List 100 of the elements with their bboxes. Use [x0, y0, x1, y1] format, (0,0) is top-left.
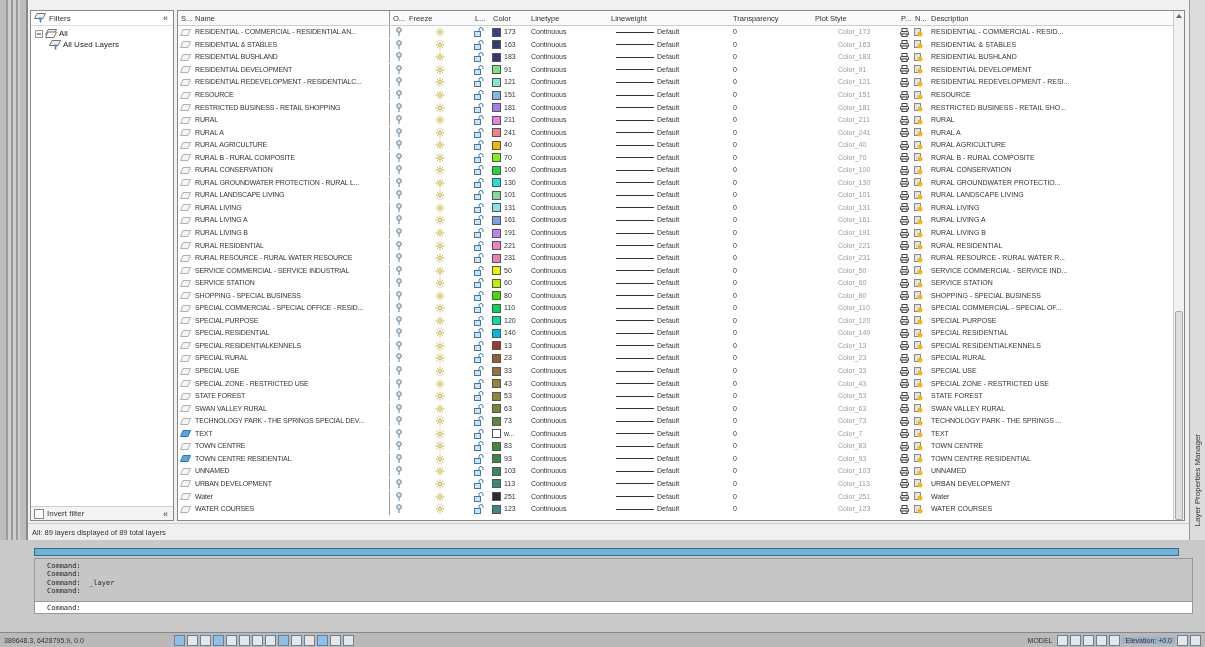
- color-swatch[interactable]: [492, 379, 501, 389]
- lightbulb-icon[interactable]: [396, 77, 402, 88]
- printer-icon[interactable]: [900, 190, 909, 200]
- padlock-icon[interactable]: [474, 177, 484, 188]
- printer-icon[interactable]: [900, 291, 909, 301]
- padlock-icon[interactable]: [474, 340, 484, 351]
- padlock-icon[interactable]: [474, 491, 484, 502]
- lightbulb-icon[interactable]: [396, 152, 402, 163]
- viewport-sun-icon[interactable]: [914, 178, 923, 188]
- status-tool-icon[interactable]: [1083, 634, 1095, 646]
- sun-icon[interactable]: [435, 190, 445, 201]
- drafting-toggle-icon[interactable]: [213, 634, 224, 646]
- viewport-sun-icon[interactable]: [914, 404, 923, 414]
- color-swatch[interactable]: [492, 454, 501, 464]
- sun-icon[interactable]: [435, 366, 445, 377]
- lightbulb-icon[interactable]: [396, 303, 402, 314]
- lightbulb-icon[interactable]: [396, 52, 402, 63]
- drafting-toggle-icon[interactable]: [291, 634, 302, 646]
- sun-icon[interactable]: [435, 102, 445, 113]
- color-swatch[interactable]: [492, 190, 501, 200]
- lightbulb-icon[interactable]: [396, 391, 402, 402]
- padlock-icon[interactable]: [474, 315, 484, 326]
- status-tool-icon[interactable]: [1057, 634, 1069, 646]
- color-swatch[interactable]: [492, 140, 501, 150]
- printer-icon[interactable]: [900, 65, 909, 75]
- color-swatch[interactable]: [492, 27, 501, 37]
- viewport-sun-icon[interactable]: [914, 140, 923, 150]
- scroll-up-icon[interactable]: [1176, 14, 1182, 18]
- printer-icon[interactable]: [900, 253, 909, 263]
- printer-icon[interactable]: [900, 354, 909, 363]
- sun-icon[interactable]: [435, 152, 445, 163]
- lightbulb-icon[interactable]: [396, 441, 402, 452]
- lightbulb-icon[interactable]: [396, 190, 402, 201]
- sun-icon[interactable]: [435, 177, 445, 188]
- printer-icon[interactable]: [900, 454, 909, 464]
- printer-icon[interactable]: [900, 391, 909, 401]
- printer-icon[interactable]: [900, 341, 909, 351]
- viewport-sun-icon[interactable]: [914, 103, 923, 113]
- lightbulb-icon[interactable]: [396, 215, 402, 226]
- lightbulb-icon[interactable]: [396, 403, 402, 414]
- padlock-icon[interactable]: [474, 466, 484, 477]
- printer-icon[interactable]: [900, 366, 909, 376]
- viewport-sun-icon[interactable]: [914, 416, 923, 426]
- color-swatch[interactable]: [492, 153, 501, 163]
- padlock-icon[interactable]: [474, 52, 484, 63]
- collapse-button[interactable]: «: [161, 508, 170, 519]
- viewport-sun-icon[interactable]: [914, 241, 923, 251]
- lightbulb-icon[interactable]: [396, 253, 402, 264]
- viewport-sun-icon[interactable]: [914, 479, 923, 489]
- viewport-sun-icon[interactable]: [914, 115, 923, 125]
- padlock-icon[interactable]: [474, 391, 484, 402]
- sun-icon[interactable]: [435, 340, 445, 351]
- viewport-sun-icon[interactable]: [914, 441, 923, 451]
- sun-icon[interactable]: [435, 278, 445, 289]
- filter-tree-item[interactable]: All: [59, 29, 68, 38]
- viewport-sun-icon[interactable]: [914, 253, 923, 263]
- status-tool-icon[interactable]: [1109, 634, 1121, 646]
- lightbulb-icon[interactable]: [396, 478, 402, 489]
- sun-icon[interactable]: [435, 90, 445, 100]
- sun-icon[interactable]: [435, 466, 445, 477]
- padlock-icon[interactable]: [474, 102, 484, 113]
- sun-icon[interactable]: [435, 315, 445, 326]
- sun-icon[interactable]: [435, 504, 445, 515]
- printer-icon[interactable]: [900, 416, 909, 426]
- viewport-sun-icon[interactable]: [914, 278, 923, 288]
- lightbulb-icon[interactable]: [396, 315, 402, 326]
- lightbulb-icon[interactable]: [396, 466, 402, 477]
- viewport-sun-icon[interactable]: [914, 391, 923, 401]
- lightbulb-icon[interactable]: [396, 340, 402, 351]
- padlock-icon[interactable]: [474, 190, 484, 201]
- lightbulb-icon[interactable]: [396, 202, 402, 213]
- padlock-icon[interactable]: [474, 303, 484, 314]
- printer-icon[interactable]: [900, 27, 909, 37]
- printer-icon[interactable]: [900, 103, 909, 113]
- sun-icon[interactable]: [435, 403, 445, 414]
- status-tool-icon[interactable]: [1096, 634, 1108, 646]
- color-swatch[interactable]: [492, 203, 501, 213]
- padlock-icon[interactable]: [474, 90, 484, 100]
- printer-icon[interactable]: [900, 153, 909, 163]
- viewport-sun-icon[interactable]: [914, 203, 923, 213]
- printer-icon[interactable]: [900, 241, 909, 251]
- padlock-icon[interactable]: [474, 64, 484, 75]
- lightbulb-icon[interactable]: [396, 378, 402, 389]
- padlock-icon[interactable]: [474, 27, 484, 38]
- padlock-icon[interactable]: [474, 278, 484, 289]
- lightbulb-icon[interactable]: [396, 328, 402, 339]
- color-swatch[interactable]: [492, 128, 501, 138]
- viewport-sun-icon[interactable]: [914, 65, 923, 75]
- padlock-icon[interactable]: [474, 202, 484, 213]
- padlock-icon[interactable]: [474, 378, 484, 389]
- color-swatch[interactable]: [492, 278, 501, 288]
- viewport-sun-icon[interactable]: [914, 52, 923, 62]
- printer-icon[interactable]: [900, 40, 909, 50]
- color-swatch[interactable]: [492, 391, 501, 401]
- lightbulb-icon[interactable]: [396, 240, 402, 251]
- lightbulb-icon[interactable]: [396, 491, 402, 502]
- padlock-icon[interactable]: [474, 441, 484, 452]
- color-swatch[interactable]: [492, 504, 501, 514]
- sun-icon[interactable]: [435, 478, 445, 489]
- lightbulb-icon[interactable]: [396, 278, 402, 289]
